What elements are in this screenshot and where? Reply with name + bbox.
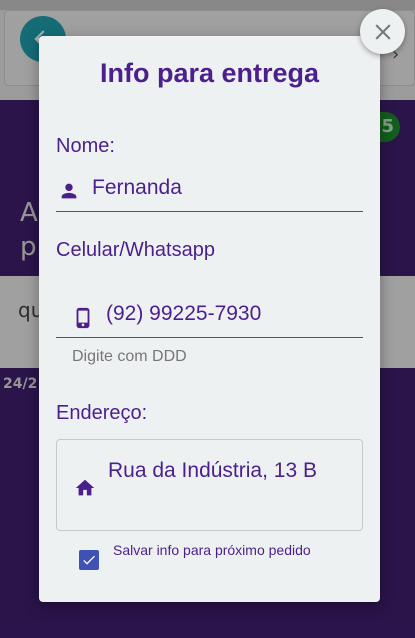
phone-label: Celular/Whatsapp	[56, 239, 215, 261]
close-icon	[374, 23, 391, 40]
check-icon	[83, 555, 95, 565]
person-icon	[61, 183, 77, 199]
name-label: Nome:	[56, 135, 115, 157]
home-icon	[75, 479, 95, 496]
address-value: Rua da Indústria, 13 B	[108, 459, 317, 482]
close-button[interactable]	[360, 9, 405, 54]
phone-underline	[56, 337, 363, 338]
address-label: Endereço:	[56, 402, 148, 424]
address-textarea[interactable]: Rua da Indústria, 13 B	[56, 439, 363, 531]
dialog-title: Info para entrega	[99, 58, 320, 88]
phone-input[interactable]: (92) 99225-7930	[106, 302, 261, 326]
delivery-info-dialog: Info para entrega Nome: Fernanda Celular…	[39, 36, 380, 602]
name-underline	[56, 211, 363, 212]
name-input[interactable]: Fernanda	[92, 176, 182, 200]
smartphone-icon	[76, 307, 90, 329]
save-info-checkbox[interactable]	[79, 550, 99, 570]
phone-hint: Digite com DDD	[72, 348, 187, 365]
save-info-label[interactable]: Salvar info para próximo pedido	[113, 538, 333, 562]
